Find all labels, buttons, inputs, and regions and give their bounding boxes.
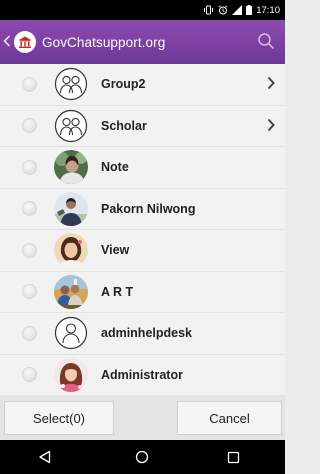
list-item[interactable]: Scholar (0, 105, 285, 147)
group-default-icon (54, 67, 88, 101)
government-logo-icon[interactable] (14, 31, 36, 53)
battery-icon (246, 5, 253, 15)
contact-photo (54, 357, 88, 392)
back-icon[interactable] (3, 34, 13, 50)
status-time: 17:10 (256, 4, 280, 16)
alarm-icon (218, 5, 228, 15)
list-item[interactable]: Administrator (0, 354, 285, 396)
chevron-right-icon[interactable] (267, 76, 275, 95)
contact-name: Administrator (101, 367, 183, 382)
search-icon[interactable] (257, 32, 275, 55)
contact-name: View (101, 243, 130, 258)
user-default-icon (54, 316, 88, 350)
list-item[interactable]: Note (0, 147, 285, 189)
contact-name: Group2 (101, 77, 146, 92)
select-radio[interactable] (22, 118, 37, 134)
vibrate-icon (203, 5, 214, 15)
status-bar: 17:10 (0, 0, 285, 20)
recents-square-icon[interactable] (227, 440, 240, 474)
select-radio[interactable] (22, 284, 37, 300)
list-item[interactable]: adminhelpdesk (0, 313, 285, 355)
back-triangle-icon[interactable] (38, 440, 52, 474)
action-bar: Select(0) Cancel (0, 396, 285, 440)
contact-name: Pakorn Nilwong (101, 201, 196, 216)
list-item[interactable]: A R T (0, 271, 285, 313)
group-default-icon (54, 109, 88, 143)
contact-photo (54, 150, 88, 185)
select-radio[interactable] (22, 325, 37, 341)
select-radio[interactable] (22, 159, 37, 175)
home-circle-icon[interactable] (135, 440, 149, 474)
app-title: GovChatsupport.org (42, 34, 166, 50)
list-item[interactable]: View (0, 230, 285, 272)
contact-photo (54, 191, 88, 226)
signal-icon (232, 5, 243, 15)
contact-name: Note (101, 160, 129, 175)
contact-photo (54, 274, 88, 309)
contact-name: Scholar (101, 118, 147, 133)
list-item[interactable]: Group2 (0, 64, 285, 106)
chevron-right-icon[interactable] (267, 118, 275, 137)
select-radio[interactable] (22, 367, 37, 383)
contact-name: A R T (101, 284, 134, 299)
contact-photo (54, 233, 88, 268)
select-button[interactable]: Select(0) (4, 401, 114, 435)
contact-name: adminhelpdesk (101, 326, 192, 341)
system-nav-bar (0, 440, 285, 474)
select-radio[interactable] (22, 201, 37, 217)
select-radio[interactable] (22, 76, 37, 92)
cancel-button[interactable]: Cancel (177, 401, 282, 435)
list-item[interactable]: Pakorn Nilwong (0, 188, 285, 230)
app-bar: GovChatsupport.org (0, 20, 285, 64)
contact-list: Group2 Scholar Note Pakorn Nilwong View … (0, 64, 285, 396)
select-radio[interactable] (22, 242, 37, 258)
